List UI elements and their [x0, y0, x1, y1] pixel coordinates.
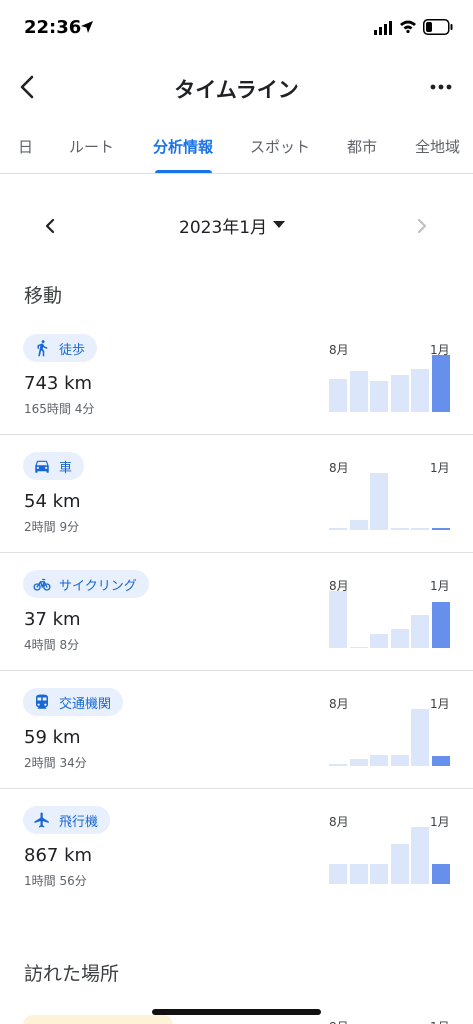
more-options-button[interactable] — [424, 74, 458, 100]
activity-label: 飛行機 — [59, 814, 99, 830]
wifi-icon — [400, 20, 416, 33]
history-bar — [411, 827, 430, 884]
status-bar: 22:36 — [0, 0, 473, 56]
history-bar — [370, 634, 389, 648]
history-bar — [329, 528, 347, 530]
activity-chip: サイクリング — [23, 570, 149, 598]
activity-label: 徒歩 — [59, 342, 86, 358]
history-bar-chart — [329, 355, 451, 412]
activity-label: 交通機関 — [59, 696, 112, 712]
history-bar-chart — [329, 591, 451, 648]
tab-world[interactable]: 全地域 — [415, 136, 460, 157]
location-arrow-icon — [81, 21, 93, 33]
history-bar — [349, 371, 368, 412]
activity-duration: 1時間 56分 — [24, 874, 87, 888]
history-bar — [411, 615, 430, 648]
history-bar — [390, 375, 409, 412]
activity-label: サイクリング — [59, 578, 137, 594]
tab-bar: 日 ルート 分析情報 スポット 都市 全地域 — [0, 126, 473, 174]
activity-distance: 743 km — [24, 373, 93, 394]
activity-chip: 飛行機 — [23, 806, 111, 834]
month-dropdown[interactable]: 2023年1月 — [179, 213, 267, 238]
history-bar — [349, 759, 368, 766]
chevron-left-icon — [45, 218, 55, 234]
history-bar — [432, 602, 450, 648]
activity-chip: 徒歩 — [23, 334, 98, 362]
page-title: タイムライン — [174, 78, 299, 102]
tab-routes[interactable]: ルート — [69, 136, 114, 157]
activity-chip: 交通機関 — [23, 688, 124, 716]
history-bar — [329, 764, 347, 766]
visited-category-chip[interactable] — [23, 1015, 173, 1024]
history-bar — [329, 379, 347, 412]
tab-cities[interactable]: 都市 — [347, 136, 377, 157]
history-bar — [329, 864, 347, 884]
history-bar — [411, 709, 430, 766]
transit-icon — [36, 694, 48, 709]
visited-section-title: 訪れた場所 — [24, 963, 120, 985]
activity-duration: 2時間 34分 — [24, 756, 87, 770]
bicycle-icon — [33, 578, 51, 591]
history-bar — [370, 864, 389, 884]
history-bar — [411, 528, 430, 530]
history-bar — [432, 864, 450, 884]
activity-duration: 165時間 4分 — [24, 402, 95, 416]
status-time: 22:36 — [24, 17, 82, 38]
history-bar — [432, 528, 450, 530]
activity-row-walking[interactable]: 徒歩 743 km 165時間 4分 8月 1月 — [0, 317, 473, 435]
tab-day[interactable]: 日 — [18, 136, 33, 157]
history-bar-chart — [329, 827, 451, 884]
history-bar — [432, 756, 450, 766]
activity-duration: 2時間 9分 — [24, 520, 80, 534]
cellular-signal-icon — [374, 21, 392, 35]
activity-distance: 37 km — [24, 609, 81, 630]
history-bar — [390, 755, 409, 766]
activity-label: 車 — [59, 460, 73, 476]
history-bar — [349, 647, 368, 648]
airplane-icon — [34, 812, 49, 828]
activity-row-cycling[interactable]: サイクリング 37 km 4時間 8分 8月 1月 — [0, 553, 473, 671]
activity-duration: 4時間 8分 — [24, 638, 80, 652]
history-bar — [411, 369, 430, 412]
history-bar-chart — [329, 473, 451, 530]
tab-insights[interactable]: 分析情報 — [153, 136, 213, 157]
activity-row-flying[interactable]: 飛行機 867 km 1時間 56分 8月 1月 — [0, 789, 473, 907]
history-bar — [349, 520, 368, 530]
walk-icon — [37, 340, 48, 357]
history-bar — [370, 381, 389, 412]
battery-icon — [423, 19, 453, 35]
activity-distance: 54 km — [24, 491, 81, 512]
next-month-button[interactable] — [408, 212, 436, 240]
previous-month-button[interactable] — [36, 212, 64, 240]
movement-section-title: 移動 — [24, 285, 63, 307]
activity-row-transit[interactable]: 交通機関 59 km 2時間 34分 8月 1月 — [0, 671, 473, 789]
chevron-right-icon — [417, 218, 427, 234]
visited-axis-start: 8月 — [329, 1018, 349, 1024]
activity-distance: 59 km — [24, 727, 81, 748]
active-tab-indicator — [155, 170, 212, 173]
history-bar-chart — [329, 709, 451, 766]
history-bar — [370, 473, 389, 530]
activity-row-driving[interactable]: 車 54 km 2時間 9分 8月 1月 — [0, 435, 473, 553]
history-bar — [329, 591, 347, 648]
history-bar — [390, 528, 409, 530]
more-horizontal-icon — [430, 84, 452, 90]
caret-down-icon[interactable] — [273, 221, 285, 229]
visited-axis-end: 1月 — [430, 1018, 450, 1024]
history-bar — [390, 844, 409, 884]
history-bar — [432, 355, 450, 412]
history-bar — [349, 864, 368, 884]
home-indicator[interactable] — [152, 1009, 321, 1015]
history-bar — [370, 755, 389, 766]
history-bar — [390, 629, 409, 648]
car-icon — [35, 460, 49, 473]
tab-places[interactable]: スポット — [250, 136, 310, 157]
activity-chip: 車 — [23, 452, 85, 480]
activity-distance: 867 km — [24, 845, 93, 866]
